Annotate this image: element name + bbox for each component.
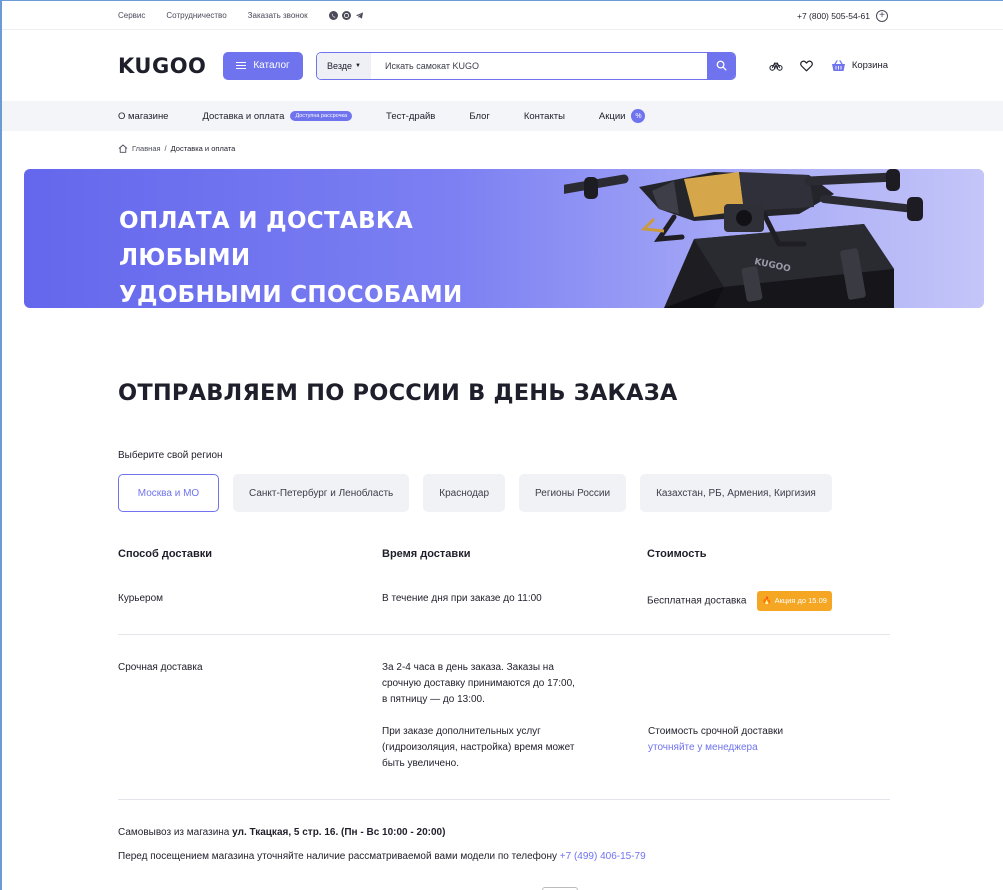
column-header-cost: Стоимость (647, 548, 707, 560)
express-time-line: в пятницу — до 13:00. (382, 694, 485, 705)
search-scope-select[interactable]: Везде ▼ (317, 52, 371, 79)
search-button[interactable] (707, 52, 735, 79)
header: KUGOO Каталог Везде ▼ Искать самокат KUG… (2, 30, 1003, 101)
breadcrumb-separator: / (164, 144, 167, 153)
express-note-line: (гидроизоляция, настройка) время может (382, 742, 575, 753)
nav-item-label: Акции (598, 110, 626, 122)
row-divider (118, 799, 890, 800)
region-spb[interactable]: Санкт-Петербург и Ленобласть (233, 474, 410, 512)
logo[interactable]: KUGOO (118, 54, 223, 78)
search-icon (716, 60, 727, 71)
column-header-time: Время доставки (382, 548, 471, 560)
banner-title-line-1: ОПЛАТА И ДОСТАВКА ЛЮБЫМИ (119, 208, 414, 271)
banner-title-line-2: УДОБНЫМИ СПОСОБАМИ (119, 282, 463, 308)
top-bar: Сервис Сотрудничество Заказать звонок +7… (2, 1, 1003, 30)
compare-icon[interactable] (769, 59, 783, 73)
nav-item-contacts[interactable]: Контакты (524, 111, 565, 122)
social-links (328, 11, 364, 20)
phone-block: +7 (800) 505-54-61 + (797, 9, 888, 22)
home-icon[interactable] (118, 144, 128, 153)
main-nav: О магазине Доставка и оплата Доступна ра… (2, 101, 1003, 131)
promo-badge-text: Акция до 15.09 (774, 596, 827, 605)
express-cost-text: Стоимость срочной доставки (648, 726, 784, 737)
express-note-line: быть увеличено. (382, 758, 459, 769)
row-express-cost: Стоимость срочной доставки уточняйте у м… (648, 724, 783, 756)
hero-banner: ОПЛАТА И ДОСТАВКА ЛЮБЫМИ УДОБНЫМИ СПОСОБ… (24, 169, 984, 308)
region-selector: Москва и МО Санкт-Петербург и Ленобласть… (118, 474, 832, 512)
region-moscow[interactable]: Москва и МО (118, 474, 219, 512)
promo-badge: 🔥 Акция до 15.09 (757, 591, 832, 611)
nav-item-label: Контакты (523, 110, 565, 122)
drone-image: KUGOO (564, 169, 923, 308)
row-express-time: За 2-4 часа в день заказа. Заказы на сро… (382, 660, 575, 708)
cooperation-link[interactable]: Сотрудничество (166, 11, 226, 20)
express-time-line: За 2-4 часа в день заказа. Заказы на (382, 662, 554, 673)
viber-icon[interactable] (328, 11, 338, 20)
catalog-button[interactable]: Каталог (223, 51, 303, 80)
row-courier-cost: Бесплатная доставка 🔥 Акция до 15.09 (647, 591, 832, 611)
breadcrumb-current: Доставка и оплата (170, 144, 236, 153)
percent-badge: % (631, 109, 646, 123)
phone-number[interactable]: +7 (800) 505-54-61 (797, 11, 870, 21)
caret-down-icon: ▼ (355, 62, 361, 69)
region-krasnodar[interactable]: Краснодар (423, 474, 506, 512)
cart-button[interactable]: Корзина (831, 59, 888, 72)
region-russia[interactable]: Регионы России (519, 474, 627, 512)
region-label: Выберите свой регион (118, 450, 223, 461)
nav-item-about[interactable]: О магазине (118, 111, 168, 122)
catalog-label: Каталог (253, 60, 290, 71)
nav-item-delivery[interactable]: Доставка и оплата Доступна рассрочка (202, 110, 353, 122)
column-header-method: Способ доставки (118, 548, 213, 560)
row-courier-method: Курьером (118, 593, 164, 604)
manager-link[interactable]: уточняйте у менеджера (648, 740, 783, 756)
menu-icon (236, 61, 247, 70)
breadcrumb: Главная / Доставка и оплата (118, 144, 235, 153)
nav-item-label: Тест-драйв (386, 110, 436, 122)
service-link[interactable]: Сервис (118, 11, 145, 20)
nav-item-label: О магазине (118, 110, 169, 122)
plus-icon[interactable]: + (876, 9, 888, 22)
row-courier-time: В течение дня при заказе до 11:00 (382, 593, 542, 604)
pickup-info: Самовывоз из магазина ул. Ткацкая, 5 стр… (118, 827, 445, 838)
whatsapp-icon[interactable] (341, 11, 351, 20)
nav-item-blog[interactable]: Блог (469, 111, 490, 122)
region-cis[interactable]: Казахстан, РБ, Армения, Киргизия (640, 474, 832, 512)
telegram-icon[interactable] (355, 11, 364, 20)
express-note-line: При заказе дополнительных услуг (382, 726, 541, 737)
section-title: ОТПРАВЛЯЕМ ПО РОССИИ В ДЕНЬ ЗАКАЗА (118, 380, 678, 406)
page: Сервис Сотрудничество Заказать звонок +7… (0, 0, 1003, 890)
heart-icon[interactable] (800, 59, 814, 73)
basket-icon (831, 59, 845, 71)
nav-item-label: Доставка и оплата (202, 110, 285, 122)
express-time-line: срочную доставку принимаются до 17:00, (382, 678, 575, 689)
pickup-prefix: Самовывоз из магазина (118, 827, 230, 838)
nav-item-label: Блог (469, 110, 490, 122)
installment-badge: Доступна рассрочка (290, 111, 353, 121)
search-input[interactable] (371, 52, 707, 79)
row-express-method: Срочная доставка (118, 662, 203, 673)
header-actions: Корзина (769, 59, 888, 73)
visit-text: Перед посещением магазина уточняйте нали… (118, 851, 557, 862)
row-express-note: При заказе дополнительных услуг (гидроиз… (382, 724, 574, 772)
pickup-address: ул. Ткацкая, 5 стр. 16. (Пн - Вс 10:00 -… (232, 827, 446, 838)
store-phone-link[interactable]: +7 (499) 406-15-79 (560, 851, 646, 862)
visit-info: Перед посещением магазина уточняйте нали… (118, 851, 646, 862)
top-links: Сервис Сотрудничество Заказать звонок (118, 11, 364, 20)
fire-icon: 🔥 (762, 596, 772, 605)
search-bar: Везде ▼ (316, 51, 736, 80)
banner-title: ОПЛАТА И ДОСТАВКА ЛЮБЫМИ УДОБНЫМИ СПОСОБ… (119, 203, 539, 308)
search-scope-label: Везде (327, 60, 353, 71)
breadcrumb-home[interactable]: Главная (132, 144, 161, 153)
free-delivery-text: Бесплатная доставка (647, 595, 747, 607)
nav-item-promotions[interactable]: Акции % (599, 109, 646, 123)
row-divider (118, 634, 890, 635)
cart-label: Корзина (851, 60, 888, 71)
nav-item-test-drive[interactable]: Тест-драйв (386, 111, 435, 122)
callback-link[interactable]: Заказать звонок (248, 11, 308, 20)
